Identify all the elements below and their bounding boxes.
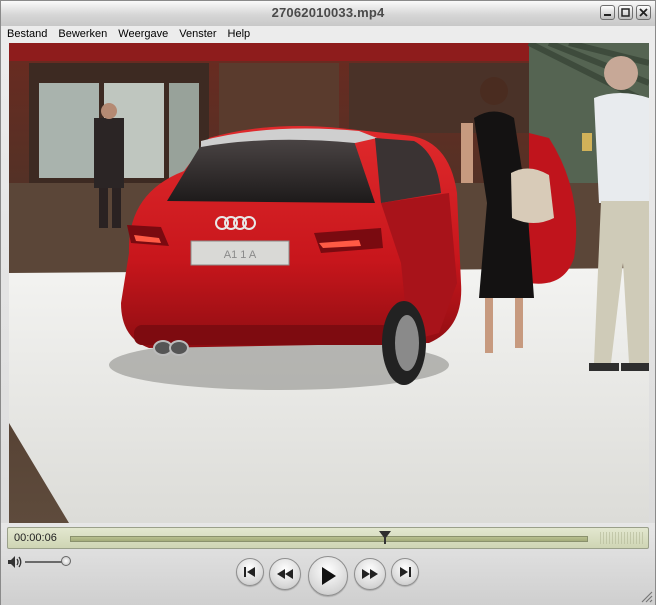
media-player-window: 27062010033.mp4 Bestand Bewerken Weergav…: [0, 0, 656, 605]
rewind-button[interactable]: [269, 558, 301, 590]
fast-forward-button[interactable]: [354, 558, 386, 590]
play-icon: [322, 567, 336, 585]
previous-button[interactable]: [236, 558, 264, 586]
window-title: 27062010033.mp4: [271, 5, 385, 20]
menu-help[interactable]: Help: [222, 26, 256, 43]
video-frame-image: A1 1 A: [9, 43, 649, 523]
maximize-button[interactable]: [618, 5, 633, 20]
resize-grip-icon[interactable]: [639, 589, 653, 603]
volume-slider-knob[interactable]: [61, 556, 71, 566]
seek-track[interactable]: [70, 536, 588, 542]
close-button[interactable]: [636, 5, 651, 20]
menu-bar: Bestand Bewerken Weergave Venster Help: [1, 26, 655, 43]
video-display[interactable]: A1 1 A: [9, 43, 649, 523]
next-button[interactable]: [391, 558, 419, 586]
playhead-line: [384, 536, 386, 544]
skip-next-icon: [400, 567, 411, 577]
speaker-icon[interactable]: [7, 555, 23, 569]
seek-grip: [600, 532, 644, 544]
menu-venster[interactable]: Venster: [173, 26, 221, 43]
seek-bar[interactable]: 00:00:06: [7, 527, 649, 549]
maximize-icon: [621, 8, 630, 17]
menu-bewerken[interactable]: Bewerken: [52, 26, 112, 43]
title-bar[interactable]: 27062010033.mp4: [1, 1, 655, 27]
volume-slider-track[interactable]: [25, 561, 65, 563]
menu-bestand[interactable]: Bestand: [1, 26, 52, 43]
minimize-button[interactable]: [600, 5, 615, 20]
play-button[interactable]: [308, 556, 348, 596]
menu-weergave[interactable]: Weergave: [112, 26, 173, 43]
license-plate-text: A1 1 A: [224, 249, 257, 261]
close-icon: [639, 8, 648, 17]
rewind-icon: [277, 569, 293, 579]
window-controls: [600, 5, 651, 20]
current-time: 00:00:06: [14, 532, 57, 544]
skip-previous-icon: [244, 567, 255, 577]
player-controls: 00:00:06: [1, 523, 655, 605]
minimize-icon: [604, 14, 611, 16]
fast-forward-icon: [362, 569, 378, 579]
